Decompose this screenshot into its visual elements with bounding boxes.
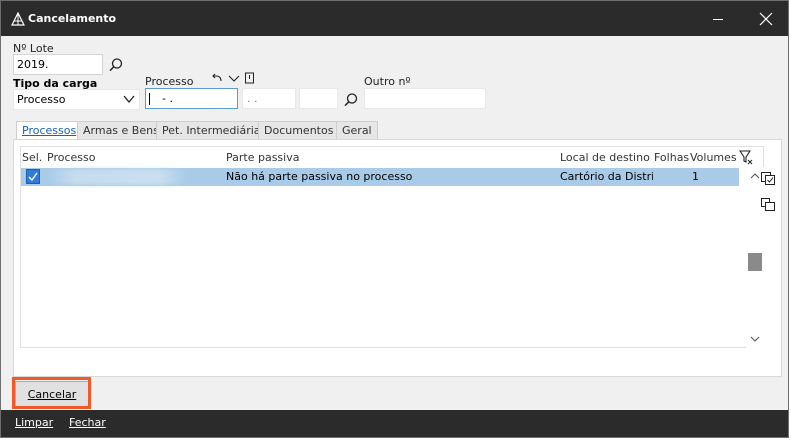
tab-strip: Processos Armas e Bens Pet. Intermediári… bbox=[13, 121, 783, 140]
outro-input[interactable] bbox=[364, 88, 486, 109]
copy-icon[interactable] bbox=[760, 196, 776, 212]
check-icon bbox=[28, 172, 38, 182]
processo-input-third[interactable] bbox=[299, 88, 338, 109]
header-local-destino[interactable]: Local de destino bbox=[560, 151, 650, 164]
processo-cell-redacted bbox=[47, 169, 187, 185]
vertical-scrollbar[interactable] bbox=[746, 167, 764, 348]
header-processo[interactable]: Processo bbox=[47, 151, 95, 164]
scroll-down-icon[interactable] bbox=[749, 335, 761, 343]
tipo-carga-value: Processo bbox=[17, 93, 66, 106]
limpar-link[interactable]: Limpar bbox=[15, 416, 53, 429]
cell-volumes: 1 bbox=[692, 170, 699, 183]
select-all-icon[interactable] bbox=[760, 170, 776, 186]
document-icon[interactable] bbox=[244, 72, 256, 84]
scroll-thumb[interactable] bbox=[748, 253, 762, 271]
title-bar: Cancelamento bbox=[1, 1, 788, 36]
tab-panel: Sel. Processo Parte passiva Local de des… bbox=[13, 139, 782, 377]
outro-label: Outro nº bbox=[364, 75, 411, 88]
table-row[interactable]: Não há parte passiva no processo Cartóri… bbox=[21, 168, 739, 186]
text-cursor bbox=[149, 93, 150, 105]
processo-part1: - . bbox=[162, 92, 173, 105]
header-parte-passiva[interactable]: Parte passiva bbox=[226, 151, 299, 164]
header-folhas[interactable]: Folhas bbox=[654, 151, 689, 164]
window-title: Cancelamento bbox=[28, 12, 117, 25]
tipo-carga-select[interactable]: Processo bbox=[13, 89, 140, 110]
processo-input-main[interactable]: - . bbox=[145, 88, 238, 109]
tab-geral[interactable]: Geral bbox=[336, 121, 378, 139]
search-icon[interactable] bbox=[108, 57, 124, 73]
close-icon[interactable] bbox=[746, 1, 786, 36]
cell-parte-passiva: Não há parte passiva no processo bbox=[226, 170, 413, 183]
lote-input[interactable]: 2019. bbox=[13, 54, 103, 75]
header-sel[interactable]: Sel. bbox=[22, 151, 42, 164]
processo-part2: . . bbox=[247, 92, 258, 105]
cancelamento-window: Cancelamento Nº Lote 2019. Tipo da carga… bbox=[0, 0, 789, 438]
footer-bar: Limpar Fechar bbox=[1, 410, 788, 437]
row-select-checkbox[interactable] bbox=[26, 169, 40, 184]
processos-grid: Sel. Processo Parte passiva Local de des… bbox=[20, 146, 764, 348]
tab-pet-intermediaria[interactable]: Pet. Intermediária bbox=[156, 121, 267, 139]
search-processo-icon[interactable] bbox=[343, 92, 359, 108]
processo-input-second[interactable]: . . bbox=[242, 88, 296, 109]
filter-icon[interactable] bbox=[739, 149, 753, 165]
cell-local-destino: Cartório da Distrit bbox=[560, 170, 653, 183]
highlight-box bbox=[12, 377, 91, 409]
tab-armas-bens[interactable]: Armas e Bens bbox=[77, 121, 165, 139]
undo-icon[interactable] bbox=[211, 73, 223, 83]
tab-documentos[interactable]: Documentos bbox=[258, 121, 340, 139]
chevron-down-icon[interactable] bbox=[123, 94, 135, 104]
fechar-link[interactable]: Fechar bbox=[69, 416, 106, 429]
processo-label: Processo bbox=[145, 75, 194, 88]
chevron-down-small-icon[interactable] bbox=[228, 74, 240, 83]
minimize-button[interactable] bbox=[701, 1, 735, 36]
app-logo-icon bbox=[11, 12, 25, 26]
tab-processos[interactable]: Processos bbox=[16, 121, 83, 140]
header-volumes[interactable]: Volumes bbox=[690, 151, 737, 164]
